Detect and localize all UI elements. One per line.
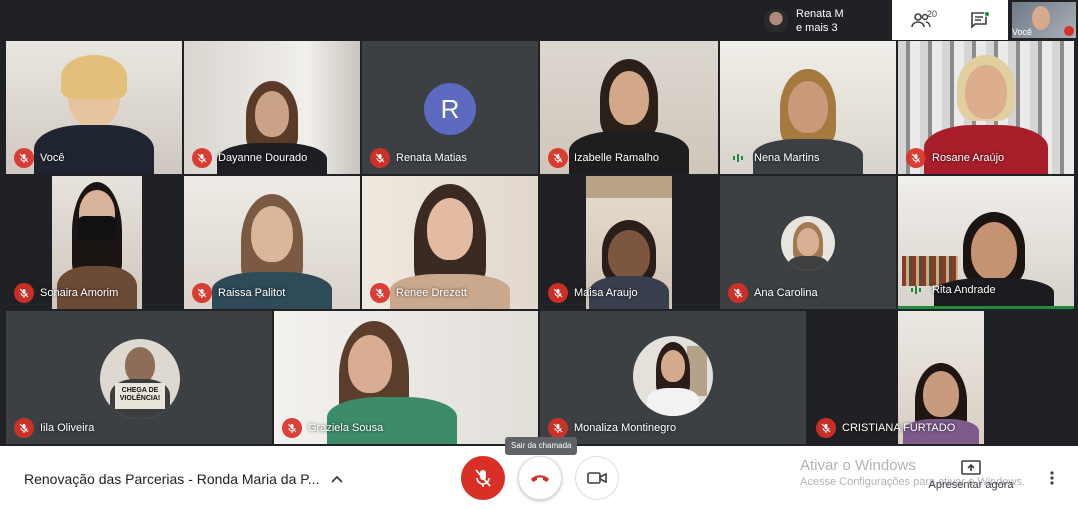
mic-off-icon xyxy=(282,418,302,438)
participant-name: Monaliza Montinegro xyxy=(574,422,677,434)
presenter-chip[interactable]: Renata M e mais 3 xyxy=(760,4,892,38)
protest-sign: CHEGA DE VIOLÊNCIA! xyxy=(115,383,165,409)
present-screen-icon xyxy=(961,460,981,475)
mic-off-icon xyxy=(475,469,491,487)
participant-tile[interactable]: Rosane Araújo xyxy=(898,41,1074,174)
participant-tile[interactable]: Monaliza Montinegro xyxy=(540,311,806,444)
chevron-up-icon xyxy=(331,475,344,483)
participant-count: 20 xyxy=(927,9,938,19)
mic-off-icon xyxy=(14,283,34,303)
avatar xyxy=(633,336,713,416)
video-camera-icon xyxy=(587,472,607,484)
participant-name: Renata Matias xyxy=(396,152,467,164)
participant-tile[interactable]: Graziela Sousa xyxy=(274,311,538,444)
microphone-toggle-button[interactable] xyxy=(461,456,505,500)
participant-tile[interactable]: Raissa Palitot xyxy=(184,176,360,309)
self-view-thumbnail[interactable]: Você xyxy=(1012,2,1076,38)
mic-off-icon xyxy=(548,283,568,303)
avatar xyxy=(781,216,835,270)
participant-name: Iila Oliveira xyxy=(40,422,95,434)
participants-button[interactable]: 20 xyxy=(901,5,941,35)
participant-name: Rosane Araújo xyxy=(932,152,1005,164)
bottom-bar: Renovação das Parcerias - Ronda Maria da… xyxy=(0,446,1078,509)
mic-off-icon xyxy=(192,283,212,303)
participant-tile[interactable]: Nena Martins xyxy=(720,41,896,174)
participant-name: Nena Martins xyxy=(754,152,820,164)
mic-off-icon xyxy=(14,418,34,438)
speaking-indicator-icon xyxy=(728,148,748,168)
participant-name: Ana Carolina xyxy=(754,287,818,299)
participant-name: Dayanne Dourado xyxy=(218,152,308,164)
participant-name: Raissa Palitot xyxy=(218,287,286,299)
participant-name: CRISTIANA FURTADO xyxy=(842,422,956,434)
present-now-label: Apresentar agora xyxy=(928,479,1014,491)
avatar: CHEGA DE VIOLÊNCIA! xyxy=(100,339,180,419)
participant-name: Maisa Araujo xyxy=(574,287,638,299)
mic-off-icon xyxy=(1064,26,1074,36)
mic-off-icon xyxy=(816,418,836,438)
mic-off-icon xyxy=(548,418,568,438)
leave-call-button[interactable] xyxy=(518,456,562,500)
participant-tile[interactable]: CRISTIANA FURTADO xyxy=(808,311,1074,444)
participant-tile[interactable]: Izabelle Ramalho xyxy=(540,41,718,174)
participant-name: Você xyxy=(40,152,65,164)
participant-name: Rita Andrade xyxy=(932,284,996,296)
top-bar: Renata M e mais 3 20 Você xyxy=(0,0,1078,40)
mic-off-icon xyxy=(192,148,212,168)
meeting-title: Renovação das Parcerias - Ronda Maria da… xyxy=(24,471,320,487)
present-now-button[interactable]: Apresentar agora xyxy=(926,460,1016,491)
participant-tile[interactable]: Você xyxy=(6,41,182,174)
meet-window: Renata M e mais 3 20 Você Você Dayanne D… xyxy=(0,0,1078,509)
participant-tile[interactable]: Dayanne Dourado xyxy=(184,41,360,174)
top-actions: 20 xyxy=(892,0,1008,40)
chat-button[interactable] xyxy=(959,5,999,35)
mic-off-icon xyxy=(370,148,390,168)
presenter-name: Renata M xyxy=(796,8,844,20)
avatar: R xyxy=(424,83,476,135)
speaking-indicator-icon xyxy=(906,280,926,300)
presenter-avatar xyxy=(764,9,788,33)
more-options-button[interactable] xyxy=(1044,468,1060,488)
mic-off-icon xyxy=(906,148,926,168)
participant-tile[interactable]: R Renata Matias xyxy=(362,41,538,174)
mic-off-icon xyxy=(728,283,748,303)
chat-notification-dot xyxy=(984,11,990,17)
participant-name: Renee Drezett xyxy=(396,287,467,299)
camera-toggle-button[interactable] xyxy=(575,456,619,500)
participant-tile[interactable]: Renee Drezett xyxy=(362,176,538,309)
participant-tile[interactable]: Sonaira Amorim xyxy=(6,176,182,309)
participant-tile[interactable]: CHEGA DE VIOLÊNCIA! Iila Oliveira xyxy=(6,311,272,444)
mic-off-icon xyxy=(548,148,568,168)
participant-name: Graziela Sousa xyxy=(308,422,384,434)
participant-name: Izabelle Ramalho xyxy=(574,152,659,164)
hang-up-icon xyxy=(531,475,549,482)
leave-call-tooltip: Sair da chamada xyxy=(505,437,578,455)
self-view-label: Você xyxy=(1012,27,1033,37)
meeting-details-button[interactable]: Renovação das Parcerias - Ronda Maria da… xyxy=(24,471,344,487)
presenter-others: e mais 3 xyxy=(796,22,838,34)
participant-tile[interactable]: Ana Carolina xyxy=(720,176,896,309)
mic-off-icon xyxy=(14,148,34,168)
participant-tile[interactable]: Rita Andrade xyxy=(898,176,1074,309)
mic-off-icon xyxy=(370,283,390,303)
participant-name: Sonaira Amorim xyxy=(40,287,119,299)
participant-tile[interactable]: Maisa Araujo xyxy=(540,176,718,309)
more-vert-icon xyxy=(1050,471,1054,485)
